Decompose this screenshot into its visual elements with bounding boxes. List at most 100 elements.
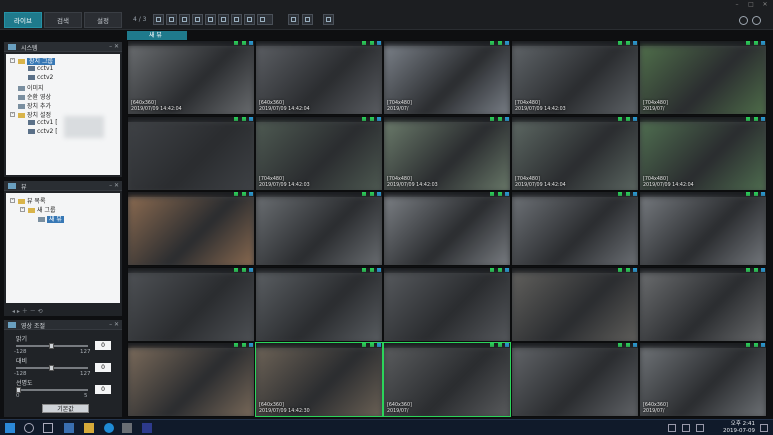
tree-node-device-settings[interactable]: 장치 설정: [18, 110, 51, 119]
stream-status-icon: [377, 41, 381, 45]
fullscreen-button[interactable]: [288, 14, 299, 25]
layout-13-button[interactable]: [231, 14, 242, 25]
sharpness-value[interactable]: 0: [95, 385, 111, 394]
record-status-icon: [490, 116, 494, 121]
layout-1-button[interactable]: [153, 14, 164, 25]
panel-controls[interactable]: – ✕: [109, 321, 119, 328]
multi-monitor-button[interactable]: [323, 14, 334, 25]
cell-resolution: [640x360]: [259, 101, 284, 106]
video-cell[interactable]: [127, 115, 255, 191]
vms-app-icon[interactable]: [122, 423, 132, 433]
search-icon[interactable]: [24, 423, 34, 433]
layout-9-button[interactable]: [205, 14, 216, 25]
layout-16-button[interactable]: [244, 14, 255, 25]
layout-6-button[interactable]: [179, 14, 190, 25]
video-cell[interactable]: [127, 191, 255, 267]
tree-node-cctv1[interactable]: cctv1: [28, 65, 53, 72]
video-cell[interactable]: [511, 342, 639, 418]
video-cell[interactable]: [640x360] 2019/07/09 14:42:04: [127, 40, 255, 115]
video-cell[interactable]: [511, 266, 639, 342]
video-cell[interactable]: [704x480] 2019/07/09 14:42:03: [511, 40, 639, 115]
video-cell[interactable]: [704x480] 2019/07/: [639, 40, 767, 115]
record-status-icon: [362, 343, 366, 348]
layout-4-button[interactable]: [166, 14, 177, 25]
close-button[interactable]: ✕: [760, 1, 770, 9]
tree-node-new-view[interactable]: 새 뷰: [38, 214, 64, 223]
tree-node-new-group[interactable]: 새 그룹: [28, 205, 55, 214]
gear-icon[interactable]: [739, 16, 748, 25]
collapse-toggle[interactable]: -: [10, 198, 15, 203]
notification-icon[interactable]: [760, 424, 768, 432]
cell-timestamp: 2019/07/: [643, 409, 665, 415]
tree-node-view-list[interactable]: 뷰 목록: [18, 196, 45, 205]
mail-icon[interactable]: [64, 423, 74, 433]
video-cell[interactable]: [704x480] 2019/07/09 14:42:03: [255, 115, 383, 191]
signal-status-icon: [498, 267, 502, 272]
video-cell[interactable]: [704x480] 2019/07/: [383, 40, 511, 115]
tree-node-add-device[interactable]: 장치 추가: [18, 101, 51, 110]
reset-button[interactable]: 기본값: [42, 404, 89, 413]
view-panel-toolbar[interactable]: ◂ ▸ ＋ － ⟲: [12, 306, 43, 315]
layout-icon: [182, 17, 187, 22]
layout-25-button[interactable]: [257, 14, 273, 25]
sharpness-track[interactable]: [16, 389, 88, 391]
camera-icon: [28, 75, 35, 80]
minimize-button[interactable]: –: [732, 1, 742, 9]
signal-status-icon: [370, 267, 374, 272]
video-cell[interactable]: [639, 266, 767, 342]
contrast-value[interactable]: 0: [95, 363, 111, 372]
layout-8-button[interactable]: [192, 14, 203, 25]
tree-node-image[interactable]: 이미지: [18, 83, 44, 92]
camera-icon: [28, 66, 35, 71]
search-icon[interactable]: [752, 16, 761, 25]
collapse-toggle[interactable]: -: [20, 207, 25, 212]
tree-node-cctv1-settings[interactable]: cctv1 [: [28, 119, 58, 126]
maximize-button[interactable]: □: [746, 1, 756, 9]
tree-node-cctv2-settings[interactable]: cctv2 [: [28, 128, 58, 135]
brightness-slider[interactable]: [49, 343, 54, 349]
tree-node-rotation[interactable]: 순환 영상: [18, 92, 51, 101]
tree-node-device-group[interactable]: 장치 그룹: [18, 56, 55, 65]
video-cell[interactable]: [640x360] 2019/07/: [639, 342, 767, 418]
video-cell[interactable]: [383, 266, 511, 342]
video-cell[interactable]: [640x360] 2019/07/: [383, 342, 511, 418]
video-cell[interactable]: [704x480] 2019/07/09 14:42:03: [383, 115, 511, 191]
video-cell[interactable]: [640x360] 2019/07/09 14:42:30: [255, 342, 383, 418]
panel-controls[interactable]: – ✕: [109, 182, 119, 189]
file-explorer-icon[interactable]: [84, 423, 94, 433]
video-cell[interactable]: [640x360] 2019/07/09 14:42:04: [255, 40, 383, 115]
layout-10-button[interactable]: [218, 14, 229, 25]
video-cell[interactable]: [255, 266, 383, 342]
video-cell[interactable]: [127, 342, 255, 418]
camera-feed: [640, 272, 766, 341]
sequence-button[interactable]: [302, 14, 313, 25]
edge-icon[interactable]: [104, 423, 114, 433]
collapse-toggle[interactable]: -: [10, 58, 15, 63]
signal-status-icon: [370, 116, 374, 121]
video-cell[interactable]: [639, 191, 767, 267]
tab-search[interactable]: 검색: [44, 12, 82, 28]
signal-status-icon: [498, 343, 502, 348]
volume-icon[interactable]: [682, 424, 690, 432]
video-cell[interactable]: [255, 191, 383, 267]
task-view-icon[interactable]: [43, 423, 53, 433]
tree-node-cctv2[interactable]: cctv2: [28, 74, 53, 81]
video-cell[interactable]: [704x480] 2019/07/09 14:42:04: [511, 115, 639, 191]
contrast-slider[interactable]: [49, 365, 54, 371]
ime-icon[interactable]: [696, 424, 704, 432]
video-cell[interactable]: [127, 266, 255, 342]
video-cell[interactable]: [383, 191, 511, 267]
panel-controls[interactable]: – ✕: [109, 43, 119, 50]
tab-live[interactable]: 라이브: [4, 12, 42, 28]
network-icon[interactable]: [668, 424, 676, 432]
brightness-value[interactable]: 0: [95, 341, 111, 350]
app-e-icon[interactable]: [142, 423, 152, 433]
tab-new-view[interactable]: 새 뷰: [127, 31, 187, 40]
tab-settings[interactable]: 설정: [84, 12, 122, 28]
windows-start-icon[interactable]: [5, 423, 15, 433]
system-clock[interactable]: 오후 2:41 2019-07-09: [723, 421, 755, 435]
cell-timestamp: 2019/07/09 14:42:04: [131, 107, 182, 112]
video-cell[interactable]: [704x480] 2019/07/09 14:42:04: [639, 115, 767, 191]
collapse-toggle[interactable]: -: [10, 112, 15, 117]
video-cell[interactable]: [511, 191, 639, 267]
